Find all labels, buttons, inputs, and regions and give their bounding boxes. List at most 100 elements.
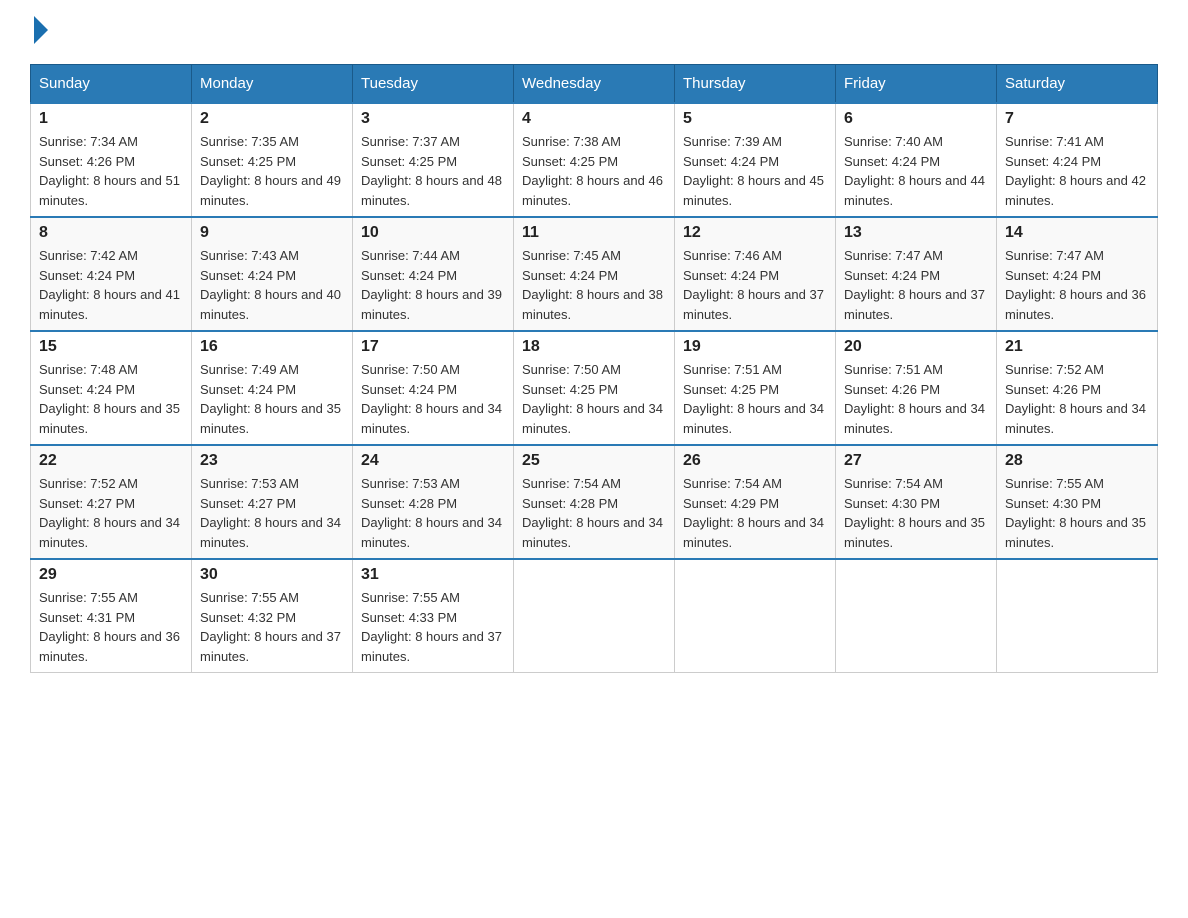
day-of-week-monday: Monday (192, 65, 353, 104)
day-of-week-wednesday: Wednesday (514, 65, 675, 104)
calendar-cell: 18 Sunrise: 7:50 AM Sunset: 4:25 PM Dayl… (514, 331, 675, 445)
day-number: 21 (1005, 338, 1149, 356)
day-info: Sunrise: 7:45 AM Sunset: 4:24 PM Dayligh… (522, 246, 666, 324)
logo-arrow-icon (34, 16, 48, 44)
calendar-cell: 3 Sunrise: 7:37 AM Sunset: 4:25 PM Dayli… (353, 103, 514, 217)
calendar-cell: 19 Sunrise: 7:51 AM Sunset: 4:25 PM Dayl… (675, 331, 836, 445)
calendar-cell: 12 Sunrise: 7:46 AM Sunset: 4:24 PM Dayl… (675, 217, 836, 331)
calendar-cell: 9 Sunrise: 7:43 AM Sunset: 4:24 PM Dayli… (192, 217, 353, 331)
calendar-cell: 15 Sunrise: 7:48 AM Sunset: 4:24 PM Dayl… (31, 331, 192, 445)
calendar-cell (675, 559, 836, 673)
calendar-cell (836, 559, 997, 673)
day-number: 13 (844, 224, 988, 242)
day-info: Sunrise: 7:51 AM Sunset: 4:26 PM Dayligh… (844, 360, 988, 438)
logo (30, 20, 48, 44)
day-info: Sunrise: 7:50 AM Sunset: 4:24 PM Dayligh… (361, 360, 505, 438)
calendar-cell: 30 Sunrise: 7:55 AM Sunset: 4:32 PM Dayl… (192, 559, 353, 673)
calendar-cell: 16 Sunrise: 7:49 AM Sunset: 4:24 PM Dayl… (192, 331, 353, 445)
calendar-cell: 20 Sunrise: 7:51 AM Sunset: 4:26 PM Dayl… (836, 331, 997, 445)
day-number: 2 (200, 110, 344, 128)
calendar-cell: 4 Sunrise: 7:38 AM Sunset: 4:25 PM Dayli… (514, 103, 675, 217)
calendar-header: SundayMondayTuesdayWednesdayThursdayFrid… (31, 65, 1158, 104)
day-info: Sunrise: 7:47 AM Sunset: 4:24 PM Dayligh… (844, 246, 988, 324)
day-info: Sunrise: 7:52 AM Sunset: 4:26 PM Dayligh… (1005, 360, 1149, 438)
calendar-cell: 7 Sunrise: 7:41 AM Sunset: 4:24 PM Dayli… (997, 103, 1158, 217)
day-info: Sunrise: 7:47 AM Sunset: 4:24 PM Dayligh… (1005, 246, 1149, 324)
day-number: 27 (844, 452, 988, 470)
calendar-cell: 28 Sunrise: 7:55 AM Sunset: 4:30 PM Dayl… (997, 445, 1158, 559)
calendar-cell: 17 Sunrise: 7:50 AM Sunset: 4:24 PM Dayl… (353, 331, 514, 445)
calendar-cell: 26 Sunrise: 7:54 AM Sunset: 4:29 PM Dayl… (675, 445, 836, 559)
day-info: Sunrise: 7:55 AM Sunset: 4:32 PM Dayligh… (200, 588, 344, 666)
day-of-week-tuesday: Tuesday (353, 65, 514, 104)
day-info: Sunrise: 7:55 AM Sunset: 4:31 PM Dayligh… (39, 588, 183, 666)
day-info: Sunrise: 7:50 AM Sunset: 4:25 PM Dayligh… (522, 360, 666, 438)
day-info: Sunrise: 7:46 AM Sunset: 4:24 PM Dayligh… (683, 246, 827, 324)
calendar-cell: 2 Sunrise: 7:35 AM Sunset: 4:25 PM Dayli… (192, 103, 353, 217)
day-info: Sunrise: 7:54 AM Sunset: 4:29 PM Dayligh… (683, 474, 827, 552)
day-info: Sunrise: 7:37 AM Sunset: 4:25 PM Dayligh… (361, 132, 505, 210)
day-number: 25 (522, 452, 666, 470)
day-info: Sunrise: 7:54 AM Sunset: 4:28 PM Dayligh… (522, 474, 666, 552)
header-row: SundayMondayTuesdayWednesdayThursdayFrid… (31, 65, 1158, 104)
day-number: 5 (683, 110, 827, 128)
day-number: 29 (39, 566, 183, 584)
calendar-cell: 5 Sunrise: 7:39 AM Sunset: 4:24 PM Dayli… (675, 103, 836, 217)
day-number: 6 (844, 110, 988, 128)
day-info: Sunrise: 7:43 AM Sunset: 4:24 PM Dayligh… (200, 246, 344, 324)
day-info: Sunrise: 7:53 AM Sunset: 4:28 PM Dayligh… (361, 474, 505, 552)
day-number: 14 (1005, 224, 1149, 242)
day-number: 24 (361, 452, 505, 470)
calendar-cell (997, 559, 1158, 673)
day-of-week-thursday: Thursday (675, 65, 836, 104)
day-info: Sunrise: 7:42 AM Sunset: 4:24 PM Dayligh… (39, 246, 183, 324)
day-number: 11 (522, 224, 666, 242)
day-info: Sunrise: 7:55 AM Sunset: 4:33 PM Dayligh… (361, 588, 505, 666)
calendar-cell (514, 559, 675, 673)
day-of-week-sunday: Sunday (31, 65, 192, 104)
day-number: 18 (522, 338, 666, 356)
day-info: Sunrise: 7:48 AM Sunset: 4:24 PM Dayligh… (39, 360, 183, 438)
week-row-1: 1 Sunrise: 7:34 AM Sunset: 4:26 PM Dayli… (31, 103, 1158, 217)
day-number: 20 (844, 338, 988, 356)
day-info: Sunrise: 7:51 AM Sunset: 4:25 PM Dayligh… (683, 360, 827, 438)
day-number: 31 (361, 566, 505, 584)
calendar-cell: 6 Sunrise: 7:40 AM Sunset: 4:24 PM Dayli… (836, 103, 997, 217)
calendar-table: SundayMondayTuesdayWednesdayThursdayFrid… (30, 64, 1158, 673)
day-number: 4 (522, 110, 666, 128)
day-number: 28 (1005, 452, 1149, 470)
day-number: 30 (200, 566, 344, 584)
calendar-cell: 1 Sunrise: 7:34 AM Sunset: 4:26 PM Dayli… (31, 103, 192, 217)
day-info: Sunrise: 7:40 AM Sunset: 4:24 PM Dayligh… (844, 132, 988, 210)
calendar-cell: 8 Sunrise: 7:42 AM Sunset: 4:24 PM Dayli… (31, 217, 192, 331)
week-row-2: 8 Sunrise: 7:42 AM Sunset: 4:24 PM Dayli… (31, 217, 1158, 331)
calendar-cell: 21 Sunrise: 7:52 AM Sunset: 4:26 PM Dayl… (997, 331, 1158, 445)
calendar-cell: 27 Sunrise: 7:54 AM Sunset: 4:30 PM Dayl… (836, 445, 997, 559)
calendar-body: 1 Sunrise: 7:34 AM Sunset: 4:26 PM Dayli… (31, 103, 1158, 673)
day-of-week-saturday: Saturday (997, 65, 1158, 104)
calendar-cell: 10 Sunrise: 7:44 AM Sunset: 4:24 PM Dayl… (353, 217, 514, 331)
calendar-cell: 24 Sunrise: 7:53 AM Sunset: 4:28 PM Dayl… (353, 445, 514, 559)
day-number: 15 (39, 338, 183, 356)
day-info: Sunrise: 7:44 AM Sunset: 4:24 PM Dayligh… (361, 246, 505, 324)
calendar-cell: 11 Sunrise: 7:45 AM Sunset: 4:24 PM Dayl… (514, 217, 675, 331)
day-number: 1 (39, 110, 183, 128)
day-info: Sunrise: 7:34 AM Sunset: 4:26 PM Dayligh… (39, 132, 183, 210)
day-number: 19 (683, 338, 827, 356)
calendar-cell: 14 Sunrise: 7:47 AM Sunset: 4:24 PM Dayl… (997, 217, 1158, 331)
day-info: Sunrise: 7:52 AM Sunset: 4:27 PM Dayligh… (39, 474, 183, 552)
week-row-3: 15 Sunrise: 7:48 AM Sunset: 4:24 PM Dayl… (31, 331, 1158, 445)
day-info: Sunrise: 7:55 AM Sunset: 4:30 PM Dayligh… (1005, 474, 1149, 552)
day-number: 17 (361, 338, 505, 356)
page-header (30, 20, 1158, 44)
day-info: Sunrise: 7:54 AM Sunset: 4:30 PM Dayligh… (844, 474, 988, 552)
calendar-cell: 13 Sunrise: 7:47 AM Sunset: 4:24 PM Dayl… (836, 217, 997, 331)
week-row-5: 29 Sunrise: 7:55 AM Sunset: 4:31 PM Dayl… (31, 559, 1158, 673)
day-info: Sunrise: 7:49 AM Sunset: 4:24 PM Dayligh… (200, 360, 344, 438)
day-info: Sunrise: 7:38 AM Sunset: 4:25 PM Dayligh… (522, 132, 666, 210)
day-info: Sunrise: 7:53 AM Sunset: 4:27 PM Dayligh… (200, 474, 344, 552)
day-info: Sunrise: 7:35 AM Sunset: 4:25 PM Dayligh… (200, 132, 344, 210)
calendar-cell: 23 Sunrise: 7:53 AM Sunset: 4:27 PM Dayl… (192, 445, 353, 559)
day-info: Sunrise: 7:39 AM Sunset: 4:24 PM Dayligh… (683, 132, 827, 210)
day-number: 22 (39, 452, 183, 470)
